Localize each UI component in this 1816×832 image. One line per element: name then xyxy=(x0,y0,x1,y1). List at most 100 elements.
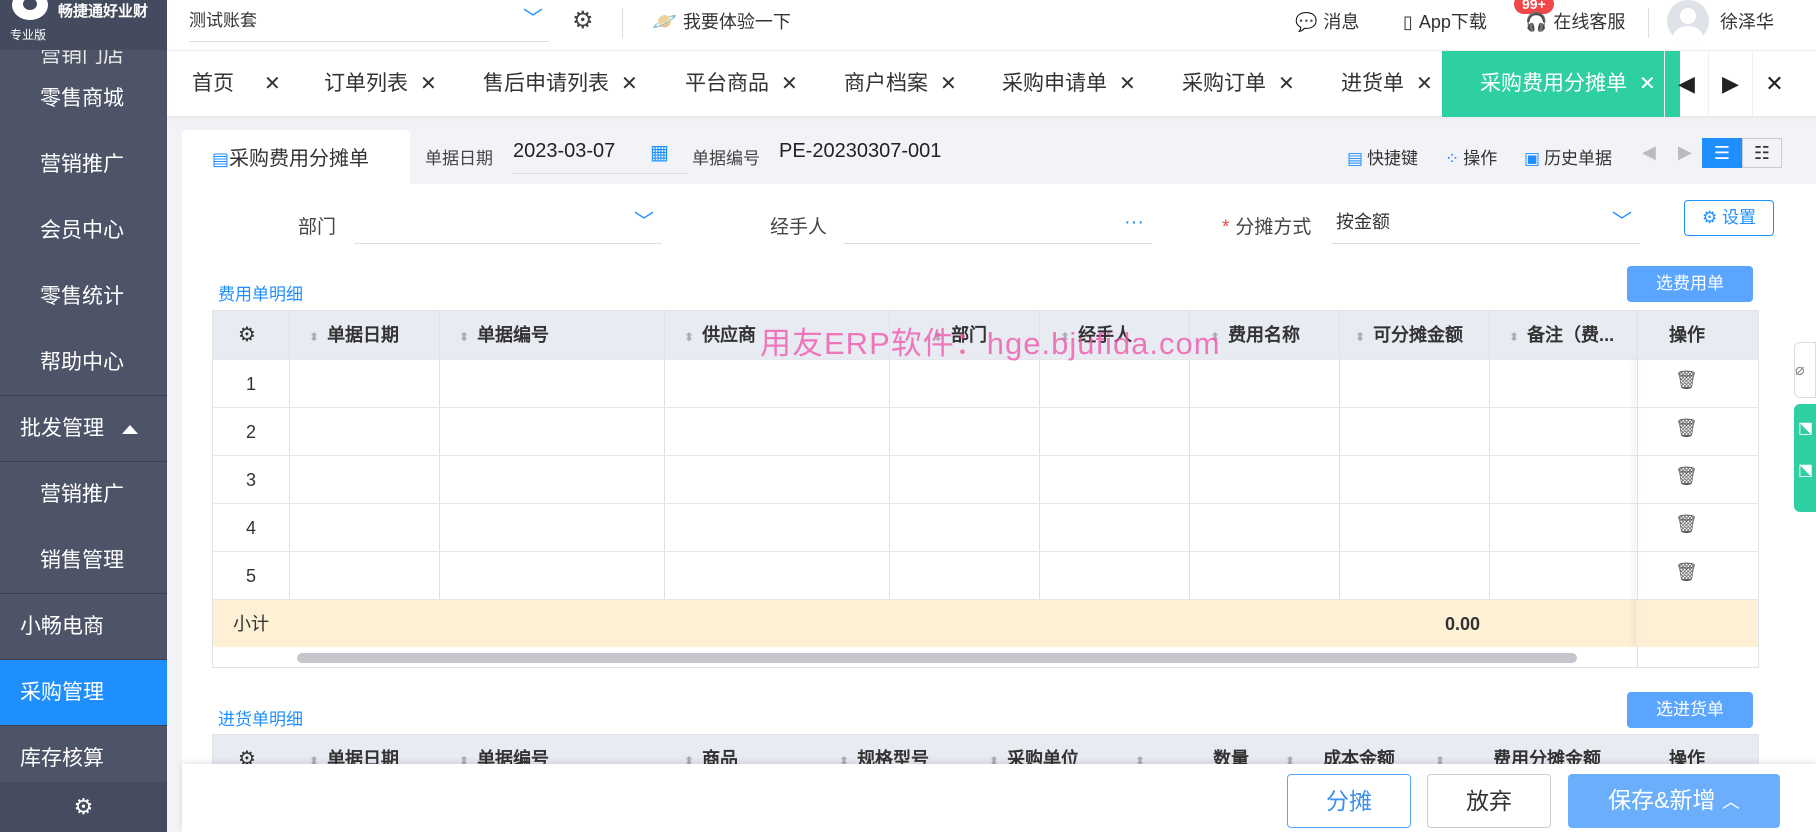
save-and-new-button[interactable]: 保存&新增 ︿ xyxy=(1568,774,1780,828)
trash-icon[interactable]: 🗑 xyxy=(1675,456,1698,496)
select-expense-button[interactable]: 选费用单 xyxy=(1627,266,1753,302)
online-service-button[interactable]: 🎧 在线客服 xyxy=(1525,8,1625,34)
tab-scroll-left-button[interactable]: ◀ xyxy=(1664,51,1708,117)
shortcut-button[interactable]: ▤ 快捷键 xyxy=(1347,144,1418,169)
discard-button[interactable]: 放弃 xyxy=(1427,774,1551,828)
export-icon[interactable]: ⬔ xyxy=(1794,404,1816,438)
sidebar-item-ecommerce[interactable]: 小畅电商 xyxy=(0,594,167,660)
link-icon: ⌀ xyxy=(1795,362,1805,379)
history-button[interactable]: ▣ 历史单据 xyxy=(1524,144,1612,169)
sidebar-item-retail-store[interactable]: 营销门店 xyxy=(0,50,167,66)
col-header-remark[interactable]: ⬍ 备注（费... xyxy=(1509,311,1633,359)
list-icon: ☰ xyxy=(1713,143,1731,163)
table-row[interactable]: 1 🗑 xyxy=(213,359,1758,407)
operation-button[interactable]: ⁘ 操作 xyxy=(1445,144,1497,169)
close-icon[interactable]: ✕ xyxy=(1416,73,1433,95)
table-row[interactable]: 2 🗑 xyxy=(213,407,1758,455)
column-settings-icon[interactable]: ⚙ xyxy=(238,311,256,359)
main-content: ▤采购费用分摊单 单据日期 2023-03-07 ▦ 单据编号 PE-20230… xyxy=(182,130,1816,832)
table-row[interactable]: 3 🗑 xyxy=(213,455,1758,503)
tab-receiving[interactable]: 进货单 ✕ xyxy=(1341,51,1433,117)
chevron-up-icon[interactable]: ︿ xyxy=(1722,792,1740,812)
sidebar-settings-button[interactable]: ⚙ xyxy=(0,782,167,832)
alloc-method-select[interactable]: 按金额 ﹀ xyxy=(1332,202,1640,244)
trash-icon[interactable]: 🗑 xyxy=(1675,360,1698,400)
calendar-icon[interactable]: ▦ xyxy=(650,140,669,165)
horizontal-scrollbar[interactable] xyxy=(289,647,1637,667)
brand-edition: 专业版 xyxy=(10,28,47,42)
sidebar-item-help-center[interactable]: 帮助中心 xyxy=(0,330,167,396)
close-all-tabs-button[interactable]: ✕ xyxy=(1752,51,1796,117)
app-download-button[interactable]: ▯ App下载 xyxy=(1403,8,1487,34)
table-row[interactable]: 4 🗑 xyxy=(213,503,1758,551)
tab-aftersales[interactable]: 售后申请列表 ✕ xyxy=(483,51,638,117)
sidebar-item-wholesale-marketing[interactable]: 营销推广 xyxy=(0,462,167,528)
table-row[interactable]: 5 🗑 xyxy=(213,551,1758,599)
top-bar: 测试账套 ﹀ ⚙ 🪐 我要体验一下 💬 消息 99+ ▯ App下载 🎧 在线客服 徐泽… xyxy=(167,0,1816,50)
close-icon[interactable]: ✕ xyxy=(1119,73,1136,95)
close-icon[interactable]: ✕ xyxy=(781,73,798,95)
tab-label: 售后申请列表 xyxy=(483,72,609,95)
trash-icon[interactable]: 🗑 xyxy=(1675,408,1698,448)
allocate-button[interactable]: 分摊 xyxy=(1287,774,1411,828)
account-select[interactable]: 测试账套 ﹀ xyxy=(189,6,549,42)
sidebar-item-wholesale[interactable]: 批发管理 xyxy=(0,396,167,462)
sort-icon: ⬍ xyxy=(459,330,470,344)
tab-merchant-records[interactable]: 商户档案 ✕ xyxy=(844,51,957,117)
sidebar-item-retail-mall[interactable]: 零售商城 xyxy=(0,66,167,132)
float-tool-panel[interactable]: ⬔ ⬔ xyxy=(1794,404,1816,512)
messages-button[interactable]: 💬 消息 xyxy=(1295,8,1359,34)
sidebar-item-retail-stats[interactable]: 零售统计 xyxy=(0,264,167,330)
close-icon[interactable]: ✕ xyxy=(1639,73,1656,95)
trash-icon[interactable]: 🗑 xyxy=(1675,552,1698,592)
col-header-expense-name[interactable]: ⬍ 费用名称 xyxy=(1210,311,1300,359)
handler-select[interactable]: ··· xyxy=(844,202,1152,244)
tab-scroll-right-button[interactable]: ▶ xyxy=(1708,51,1752,117)
col-header-allocatable[interactable]: ⬍ 可分摊金额 xyxy=(1355,311,1463,359)
settings-button[interactable]: ⚙ 设置 xyxy=(1684,200,1774,236)
prev-doc-icon[interactable]: ◀ xyxy=(1642,142,1656,163)
footer-actions: 分摊 放弃 保存&新增 ︿ xyxy=(182,764,1816,832)
tab-platform-goods[interactable]: 平台商品 ✕ xyxy=(685,51,798,117)
close-icon[interactable]: ✕ xyxy=(1278,73,1295,95)
dept-select[interactable]: ﹀ xyxy=(354,202,662,244)
subtotal-amount: 0.00 xyxy=(1444,614,1480,634)
trash-icon[interactable]: 🗑 xyxy=(1675,504,1698,544)
col-header-number[interactable]: ⬍ 单据编号 xyxy=(459,311,549,359)
col-header-supplier[interactable]: ⬍ 供应商 xyxy=(684,311,756,359)
gear-icon[interactable]: ⚙ xyxy=(572,6,594,35)
avatar[interactable] xyxy=(1667,0,1709,42)
sidebar-item-marketing[interactable]: 营销推广 xyxy=(0,132,167,198)
close-icon: ✕ xyxy=(1765,71,1784,96)
scrollbar-thumb[interactable] xyxy=(297,653,1577,663)
subtotal-row: 小计 0.00 xyxy=(213,599,1758,647)
tab-purchase-request[interactable]: 采购申请单 ✕ xyxy=(1002,51,1136,117)
card-view-button[interactable]: ☷ xyxy=(1742,138,1782,168)
close-icon[interactable]: ✕ xyxy=(621,73,638,95)
float-tool-link[interactable]: ⌀ xyxy=(1794,342,1816,398)
close-icon[interactable]: ✕ xyxy=(420,73,437,95)
close-icon[interactable]: ✕ xyxy=(940,73,957,95)
row-number: 4 xyxy=(245,518,256,538)
list-view-button[interactable]: ☰ xyxy=(1702,138,1742,168)
close-icon[interactable]: ✕ xyxy=(264,73,281,95)
row-number: 5 xyxy=(245,566,256,586)
tab-purchase-order[interactable]: 采购订单 ✕ xyxy=(1182,51,1295,117)
try-experience-link[interactable]: 🪐 我要体验一下 xyxy=(652,8,791,34)
col-header-date[interactable]: ⬍ 单据日期 xyxy=(309,311,399,359)
sidebar-item-purchase[interactable]: 采购管理 xyxy=(0,660,167,726)
tab-order-list[interactable]: 订单列表 ✕ xyxy=(324,51,437,117)
doc-tab[interactable]: ▤采购费用分摊单 xyxy=(182,130,410,184)
sidebar-item-label: 零售统计 xyxy=(40,285,124,308)
tab-expense-allocation[interactable]: 采购费用分摊单 ✕ xyxy=(1442,51,1680,117)
user-name[interactable]: 徐泽华 xyxy=(1720,8,1774,34)
tab-label: 首页 xyxy=(192,72,234,95)
sidebar-item-member-center[interactable]: 会员中心 xyxy=(0,198,167,264)
tab-home[interactable]: 首页 ✕ xyxy=(192,51,281,117)
select-receiving-button[interactable]: 选进货单 xyxy=(1627,692,1753,728)
sidebar-item-sales-management[interactable]: 销售管理 xyxy=(0,528,167,594)
next-doc-icon[interactable]: ▶ xyxy=(1678,142,1692,163)
import-icon[interactable]: ⬔ xyxy=(1794,438,1816,480)
purchase-section-title: 进货单明细 xyxy=(218,710,303,729)
brand-logo: 畅捷通好业财 专业版 xyxy=(0,0,167,50)
